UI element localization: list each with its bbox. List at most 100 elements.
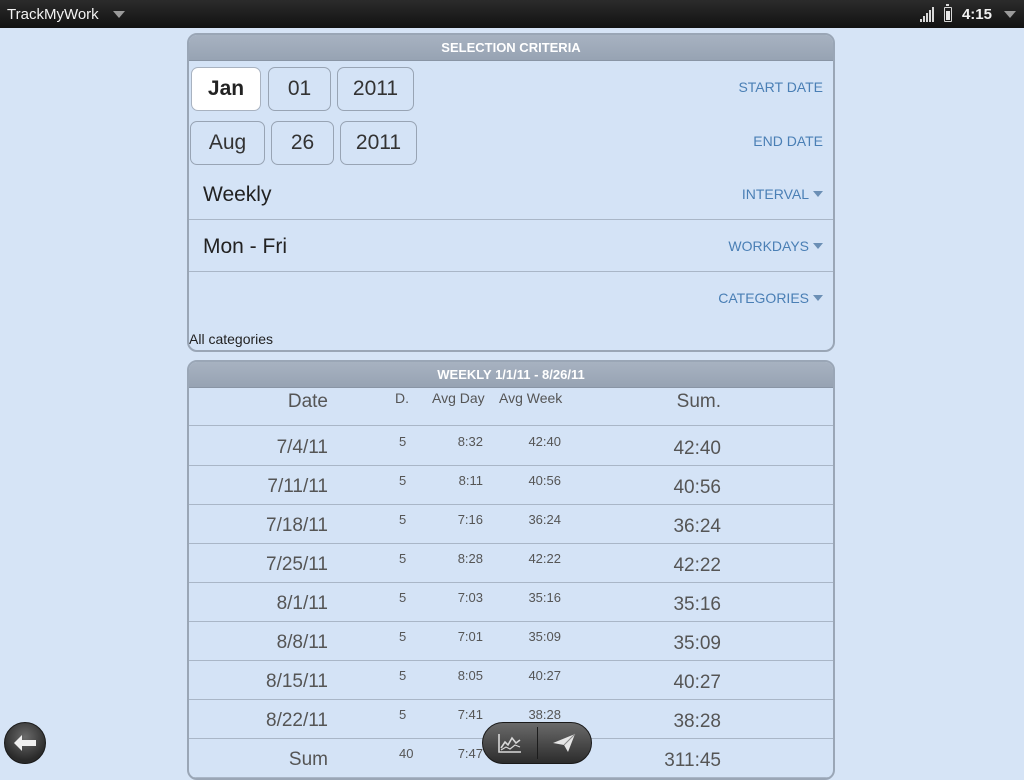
row-days: 5: [399, 473, 407, 488]
panel-header: SELECTION CRITERIA: [189, 35, 833, 61]
row-sum: 42:40: [673, 438, 721, 459]
workdays-label-text: WORKDAYS: [728, 238, 809, 254]
column-days[interactable]: D.: [395, 390, 409, 406]
row-avg-day: 7:41: [457, 707, 483, 722]
categories-value: All categories: [189, 331, 274, 347]
chevron-down-icon: [813, 191, 823, 197]
categories-label-text: CATEGORIES: [718, 290, 809, 306]
row-days: 5: [399, 434, 407, 449]
row-date: 8/22/11: [266, 710, 328, 731]
row-days: 5: [399, 551, 407, 566]
row-sum: 42:22: [673, 555, 721, 576]
start-date-row: Jan 01 2011 START DATE: [189, 67, 833, 117]
row-avg-day: 7:03: [457, 590, 483, 605]
row-days: 5: [399, 629, 407, 644]
row-avg-week: 38:28: [528, 707, 561, 722]
chevron-down-icon: [112, 10, 125, 18]
row-days: 40: [399, 746, 414, 761]
row-avg-week: 40:56: [528, 473, 561, 488]
battery-icon: [943, 3, 952, 22]
table-row[interactable]: 7/25/11 5 8:28 42:22 42:22: [189, 543, 833, 583]
row-avg-week: 36:24: [528, 512, 561, 527]
app-menu[interactable]: TrackMyWork: [7, 0, 125, 28]
column-avg-week[interactable]: Avg Week: [499, 390, 562, 406]
row-date: 8/8/11: [276, 632, 328, 653]
app-title: TrackMyWork: [7, 5, 99, 23]
column-avg-day[interactable]: Avg Day: [432, 390, 485, 406]
chart-icon: [497, 734, 521, 753]
chart-button[interactable]: [483, 723, 537, 763]
row-avg-week: 35:09: [528, 629, 561, 644]
workdays-label: WORKDAYS: [728, 238, 823, 254]
end-day-picker[interactable]: 26: [271, 121, 334, 165]
table-row[interactable]: 7/11/11 5 8:11 40:56 40:56: [189, 465, 833, 505]
row-avg-day: 7:47: [457, 746, 483, 761]
row-date: 8/1/11: [276, 593, 328, 614]
row-days: 5: [399, 707, 407, 722]
row-date: 7/11/11: [267, 476, 328, 497]
column-sum[interactable]: Sum.: [677, 391, 721, 413]
clock: 4:15: [961, 5, 992, 23]
interval-label: INTERVAL: [742, 186, 823, 202]
row-avg-day: 8:05: [457, 668, 483, 683]
row-sum: 35:09: [673, 633, 721, 654]
selection-criteria-panel: SELECTION CRITERIA Jan 01 2011 START DAT…: [187, 33, 835, 352]
end-month-picker[interactable]: Aug: [190, 121, 265, 165]
row-sum: 38:28: [673, 711, 721, 732]
row-sum: 35:16: [673, 594, 721, 615]
bottom-toolbar: [482, 722, 592, 764]
back-button[interactable]: [4, 722, 46, 764]
column-date[interactable]: Date: [288, 391, 328, 413]
row-days: 5: [399, 512, 407, 527]
row-date: 7/25/11: [266, 554, 328, 575]
chevron-down-icon: [1004, 10, 1016, 18]
table-row[interactable]: 8/15/11 5 8:05 40:27 40:27: [189, 660, 833, 700]
row-sum: 40:27: [673, 672, 721, 693]
row-sum: 36:24: [673, 516, 721, 537]
send-icon: [553, 733, 576, 752]
row-date: 7/4/11: [276, 437, 328, 458]
interval-selector[interactable]: Weekly INTERVAL: [189, 168, 833, 220]
row-avg-day: 8:32: [457, 434, 483, 449]
interval-label-text: INTERVAL: [741, 186, 809, 202]
report-header: WEEKLY 1/1/11 - 8/26/11: [189, 362, 833, 388]
row-avg-day: 7:16: [457, 512, 483, 527]
table-row[interactable]: 8/8/11 5 7:01 35:09 35:09: [189, 621, 833, 661]
row-days: 5: [399, 668, 407, 683]
chevron-down-icon: [813, 295, 823, 301]
workdays-value: Mon - Fri: [203, 235, 287, 258]
row-avg-week: 35:16: [528, 590, 561, 605]
table-row[interactable]: 8/1/11 5 7:03 35:16 35:16: [189, 582, 833, 622]
row-avg-week: 42:22: [528, 551, 561, 566]
row-sum: 311:45: [664, 750, 721, 771]
row-sum: 40:56: [673, 477, 721, 498]
table-row[interactable]: 7/4/11 5 8:32 42:40 42:40: [189, 426, 833, 466]
weekly-report-panel: WEEKLY 1/1/11 - 8/26/11 Date D. Avg Day …: [187, 360, 835, 780]
start-month-picker[interactable]: Jan: [191, 67, 261, 111]
row-avg-week: 40:27: [528, 668, 561, 683]
row-days: 5: [399, 590, 407, 605]
start-year-picker[interactable]: 2011: [337, 67, 414, 111]
categories-label: CATEGORIES: [718, 290, 823, 306]
table-header: Date D. Avg Day Avg Week Sum.: [189, 387, 833, 426]
end-year-picker[interactable]: 2011: [340, 121, 417, 165]
row-avg-day: 7:01: [457, 629, 483, 644]
end-date-label: END DATE: [753, 133, 823, 149]
back-arrow-icon: [14, 735, 36, 751]
status-bar: TrackMyWork 4:15: [0, 0, 1024, 28]
categories-selector[interactable]: CATEGORIES: [189, 272, 833, 324]
system-status[interactable]: 4:15: [919, 0, 1016, 28]
interval-value: Weekly: [203, 183, 272, 206]
row-date: 8/15/11: [266, 671, 328, 692]
chevron-down-icon: [813, 243, 823, 249]
row-avg-day: 8:28: [457, 551, 483, 566]
row-avg-day: 8:11: [458, 473, 483, 488]
row-avg-week: 42:40: [528, 434, 561, 449]
signal-icon: [919, 6, 934, 22]
workdays-selector[interactable]: Mon - Fri WORKDAYS: [189, 220, 833, 272]
table-row[interactable]: 7/18/11 5 7:16 36:24 36:24: [189, 504, 833, 544]
start-date-label: START DATE: [738, 79, 823, 95]
start-day-picker[interactable]: 01: [268, 67, 331, 111]
send-button[interactable]: [538, 723, 592, 763]
end-date-row: Aug 26 2011 END DATE: [189, 121, 833, 171]
